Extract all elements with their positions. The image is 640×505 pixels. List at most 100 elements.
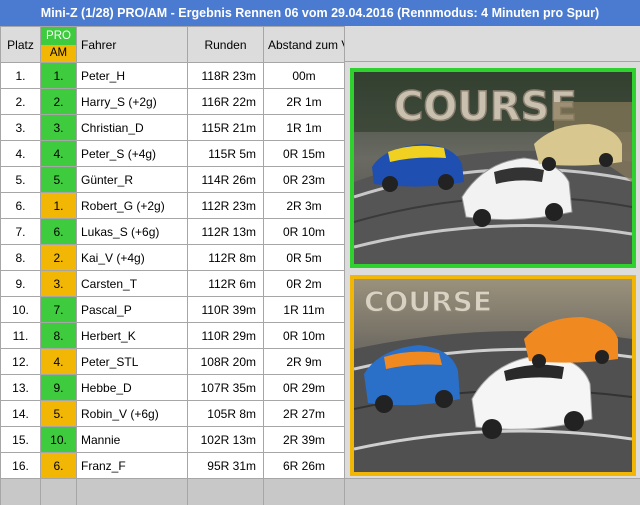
table-row: 2. 2. Harry_S (+2g) 116R 22m 2R 1m <box>0 88 345 115</box>
cell-fahrer: Peter_S (+4g) <box>76 140 188 167</box>
header-fahrer: Fahrer <box>76 26 188 63</box>
cell-abstand: 0R 5m <box>263 244 345 271</box>
cell-class-rank: 6. <box>40 218 77 245</box>
cell-platz: 7. <box>0 218 41 245</box>
table-row: 6. 1. Robert_G (+2g) 112R 23m 2R 3m <box>0 192 345 219</box>
cell-fahrer: Mannie <box>76 426 188 453</box>
cell-class-rank: 4. <box>40 140 77 167</box>
table-row: 13. 9. Hebbe_D 107R 35m 0R 29m <box>0 374 345 401</box>
cell-class-rank: 10. <box>40 426 77 453</box>
table-footer <box>0 478 345 505</box>
cell-runden: 108R 20m <box>187 348 264 375</box>
table-row: 4. 4. Peter_S (+4g) 115R 5m 0R 15m <box>0 140 345 167</box>
cell-fahrer: Kai_V (+4g) <box>76 244 188 271</box>
footer-cell <box>263 478 345 505</box>
cell-runden: 114R 26m <box>187 166 264 193</box>
cell-platz: 4. <box>0 140 41 167</box>
cell-platz: 16. <box>0 452 41 479</box>
course-sign: COURSE <box>394 84 577 130</box>
race-photo-bottom: COURSE <box>350 275 636 476</box>
table-row: 10. 7. Pascal_P 110R 39m 1R 11m <box>0 296 345 323</box>
header-abstand: Abstand zum Vordermann <box>263 26 345 63</box>
header-class: PRO AM <box>40 26 77 63</box>
cell-class-rank: 6. <box>40 452 77 479</box>
photo-header-bar <box>345 26 640 62</box>
cell-class-rank: 7. <box>40 296 77 323</box>
cell-platz: 12. <box>0 348 41 375</box>
cell-fahrer: Carsten_T <box>76 270 188 297</box>
cell-fahrer: Robin_V (+6g) <box>76 400 188 427</box>
cell-fahrer: Robert_G (+2g) <box>76 192 188 219</box>
cell-fahrer: Pascal_P <box>76 296 188 323</box>
table-header: Platz PRO AM Fahrer Runden Abstand zum V… <box>0 26 345 63</box>
cell-fahrer: Franz_F <box>76 452 188 479</box>
header-platz: Platz <box>0 26 41 63</box>
race-photo-top: COURSE <box>350 68 636 268</box>
cell-runden: 112R 13m <box>187 218 264 245</box>
cell-runden: 107R 35m <box>187 374 264 401</box>
cell-class-rank: 5. <box>40 166 77 193</box>
header-runden: Runden <box>187 26 264 63</box>
cell-runden: 102R 13m <box>187 426 264 453</box>
cell-platz: 8. <box>0 244 41 271</box>
cell-platz: 15. <box>0 426 41 453</box>
table-row: 3. 3. Christian_D 115R 21m 1R 1m <box>0 114 345 141</box>
cell-fahrer: Peter_STL <box>76 348 188 375</box>
cell-class-rank: 3. <box>40 114 77 141</box>
cell-runden: 95R 31m <box>187 452 264 479</box>
cell-fahrer: Herbert_K <box>76 322 188 349</box>
page-title: Mini-Z (1/28) PRO/AM - Ergebnis Rennen 0… <box>0 0 640 26</box>
footer-cell <box>40 478 77 505</box>
cell-platz: 11. <box>0 322 41 349</box>
table-row: 1. 1. Peter_H 118R 23m 00m <box>0 62 345 89</box>
table-row: 7. 6. Lukas_S (+6g) 112R 13m 0R 10m <box>0 218 345 245</box>
cell-platz: 10. <box>0 296 41 323</box>
cell-abstand: 2R 3m <box>263 192 345 219</box>
cell-abstand: 0R 10m <box>263 322 345 349</box>
cell-fahrer: Harry_S (+2g) <box>76 88 188 115</box>
header-am: AM <box>41 44 76 62</box>
table-row: 5. 5. Günter_R 114R 26m 0R 23m <box>0 166 345 193</box>
cell-abstand: 0R 10m <box>263 218 345 245</box>
cell-platz: 1. <box>0 62 41 89</box>
footer-cell <box>187 478 264 505</box>
cell-class-rank: 2. <box>40 88 77 115</box>
table-row: 11. 8. Herbert_K 110R 29m 0R 10m <box>0 322 345 349</box>
photo-footer-bar <box>345 478 640 505</box>
footer-cell <box>0 478 41 505</box>
cell-abstand: 1R 11m <box>263 296 345 323</box>
table-row: 12. 4. Peter_STL 108R 20m 2R 9m <box>0 348 345 375</box>
cell-abstand: 00m <box>263 62 345 89</box>
cell-platz: 9. <box>0 270 41 297</box>
cell-class-rank: 8. <box>40 322 77 349</box>
cell-runden: 105R 8m <box>187 400 264 427</box>
race-photo-bottom-illustration: COURSE <box>354 279 632 472</box>
cell-runden: 110R 29m <box>187 322 264 349</box>
cell-fahrer: Hebbe_D <box>76 374 188 401</box>
cell-abstand: 6R 26m <box>263 452 345 479</box>
table-row: 16. 6. Franz_F 95R 31m 6R 26m <box>0 452 345 479</box>
cell-runden: 112R 8m <box>187 244 264 271</box>
course-sign: COURSE <box>364 285 492 318</box>
cell-platz: 6. <box>0 192 41 219</box>
cell-runden: 115R 21m <box>187 114 264 141</box>
table-row: 15. 10. Mannie 102R 13m 2R 39m <box>0 426 345 453</box>
table-row: 14. 5. Robin_V (+6g) 105R 8m 2R 27m <box>0 400 345 427</box>
cell-platz: 3. <box>0 114 41 141</box>
cell-fahrer: Günter_R <box>76 166 188 193</box>
cell-runden: 112R 23m <box>187 192 264 219</box>
cell-fahrer: Christian_D <box>76 114 188 141</box>
cell-abstand: 0R 2m <box>263 270 345 297</box>
cell-class-rank: 1. <box>40 192 77 219</box>
cell-platz: 13. <box>0 374 41 401</box>
table-row: 9. 3. Carsten_T 112R 6m 0R 2m <box>0 270 345 297</box>
cell-class-rank: 4. <box>40 348 77 375</box>
cell-abstand: 0R 23m <box>263 166 345 193</box>
cell-platz: 2. <box>0 88 41 115</box>
cell-class-rank: 9. <box>40 374 77 401</box>
cell-abstand: 0R 29m <box>263 374 345 401</box>
table-row: 8. 2. Kai_V (+4g) 112R 8m 0R 5m <box>0 244 345 271</box>
cell-runden: 116R 22m <box>187 88 264 115</box>
header-pro: PRO <box>41 27 76 45</box>
footer-cell <box>76 478 188 505</box>
